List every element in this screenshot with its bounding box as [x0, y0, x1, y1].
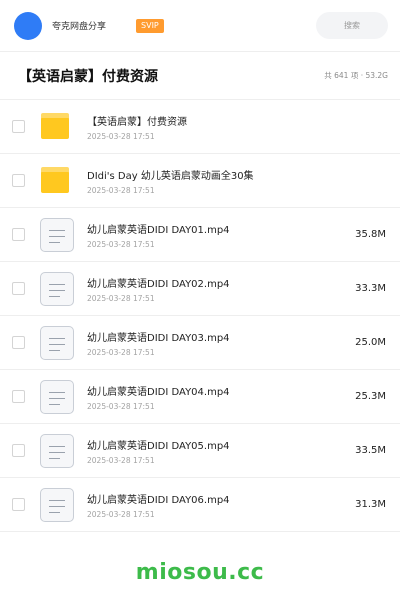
file-date: 2025-03-28 17:51: [87, 455, 155, 465]
file-name[interactable]: 【英语启蒙】付费资源: [87, 113, 386, 128]
row-checkbox[interactable]: [12, 390, 25, 403]
file-date: 2025-03-28 17:51: [87, 509, 155, 519]
watermark-text: miosou.cc: [135, 560, 265, 585]
file-meta: 【英语启蒙】付费资源 2025-03-28 17:51: [87, 113, 386, 141]
file-icon: [40, 217, 74, 252]
user-name[interactable]: 夸克网盘分享: [52, 19, 106, 32]
file-size: 25.3M: [355, 391, 386, 402]
row-checkbox[interactable]: [12, 228, 25, 241]
file-name[interactable]: DIdi's Day 幼儿英语启蒙动画全30集: [87, 167, 386, 182]
file-size: 31.3M: [355, 499, 386, 510]
avatar[interactable]: [14, 11, 42, 40]
svip-badge: SVIP: [136, 18, 164, 33]
folder-icon: [40, 110, 74, 144]
file-row[interactable]: 幼儿启蒙英语DIDI DAY03.mp4 2025-03-28 17:51 25.0…: [0, 316, 400, 370]
file-date: 2025-03-28 17:51: [87, 401, 155, 411]
file-meta: 幼儿启蒙英语DIDI DAY02.mp4 2025-03-28 17:51: [87, 275, 349, 303]
file-name[interactable]: 幼儿启蒙英语DIDI DAY05.mp4: [87, 437, 349, 452]
file-size: 33.3M: [355, 283, 386, 294]
file-name[interactable]: 幼儿启蒙英语DIDI DAY02.mp4: [87, 275, 349, 290]
file-name[interactable]: 幼儿启蒙英语DIDI DAY06.mp4: [87, 491, 349, 506]
file-name[interactable]: 幼儿启蒙英语DIDI DAY03.mp4: [87, 329, 349, 344]
file-icon: [40, 379, 74, 414]
row-checkbox[interactable]: [12, 174, 25, 187]
row-checkbox[interactable]: [12, 120, 25, 133]
row-checkbox[interactable]: [12, 498, 25, 511]
file-row[interactable]: 幼儿启蒙英语DIDI DAY06.mp4 2025-03-28 17:51 31.3…: [0, 478, 400, 532]
file-size: 25.0M: [355, 337, 386, 348]
file-meta: 幼儿启蒙英语DIDI DAY06.mp4 2025-03-28 17:51: [87, 491, 349, 519]
row-checkbox[interactable]: [12, 336, 25, 349]
folder-title-bar: 【英语启蒙】付费资源 共 641 项 · 53.2G: [0, 52, 400, 100]
search-box[interactable]: 搜索: [316, 12, 388, 39]
file-meta: DIdi's Day 幼儿英语启蒙动画全30集 2025-03-28 17:51: [87, 167, 386, 195]
file-row[interactable]: 幼儿启蒙英语DIDI DAY05.mp4 2025-03-28 17:51 33.5…: [0, 424, 400, 478]
search-placeholder: 搜索: [344, 21, 360, 30]
file-meta: 幼儿启蒙英语DIDI DAY04.mp4 2025-03-28 17:51: [87, 383, 349, 411]
row-checkbox[interactable]: [12, 444, 25, 457]
file-meta: 幼儿启蒙英语DIDI DAY05.mp4 2025-03-28 17:51: [87, 437, 349, 465]
file-size: 33.5M: [355, 445, 386, 456]
file-name[interactable]: 幼儿启蒙英语DIDI DAY04.mp4: [87, 383, 349, 398]
file-name[interactable]: 幼儿启蒙英语DIDI DAY01.mp4: [87, 221, 349, 236]
file-date: 2025-03-28 17:51: [87, 239, 155, 249]
folder-icon: [40, 164, 74, 198]
file-date: 2025-03-28 17:51: [87, 185, 155, 195]
file-date: 2025-03-28 17:51: [87, 347, 155, 357]
file-row[interactable]: 幼儿启蒙英语DIDI DAY04.mp4 2025-03-28 17:51 25.3…: [0, 370, 400, 424]
folder-row[interactable]: DIdi's Day 幼儿英语启蒙动画全30集 2025-03-28 17:51: [0, 154, 400, 208]
item-summary: 共 641 项 · 53.2G: [324, 71, 388, 80]
file-date: 2025-03-28 17:51: [87, 293, 155, 303]
file-row[interactable]: 幼儿启蒙英语DIDI DAY02.mp4 2025-03-28 17:51 33.3…: [0, 262, 400, 316]
file-list: 【英语启蒙】付费资源 2025-03-28 17:51 DIdi's Day 幼儿英…: [0, 100, 400, 532]
file-icon: [40, 325, 74, 360]
file-date: 2025-03-28 17:51: [87, 131, 155, 141]
page-title: 【英语启蒙】付费资源: [18, 68, 158, 85]
file-icon: [40, 271, 74, 306]
file-meta: 幼儿启蒙英语DIDI DAY01.mp4 2025-03-28 17:51: [87, 221, 349, 249]
file-row[interactable]: 幼儿启蒙英语DIDI DAY01.mp4 2025-03-28 17:51 35.8…: [0, 208, 400, 262]
header-bar: 夸克网盘分享 SVIP 搜索: [0, 0, 400, 52]
file-size: 35.8M: [355, 229, 386, 240]
file-icon: [40, 433, 74, 468]
folder-row[interactable]: 【英语启蒙】付费资源 2025-03-28 17:51: [0, 100, 400, 154]
file-meta: 幼儿启蒙英语DIDI DAY03.mp4 2025-03-28 17:51: [87, 329, 349, 357]
row-checkbox[interactable]: [12, 282, 25, 295]
file-icon: [40, 487, 74, 522]
